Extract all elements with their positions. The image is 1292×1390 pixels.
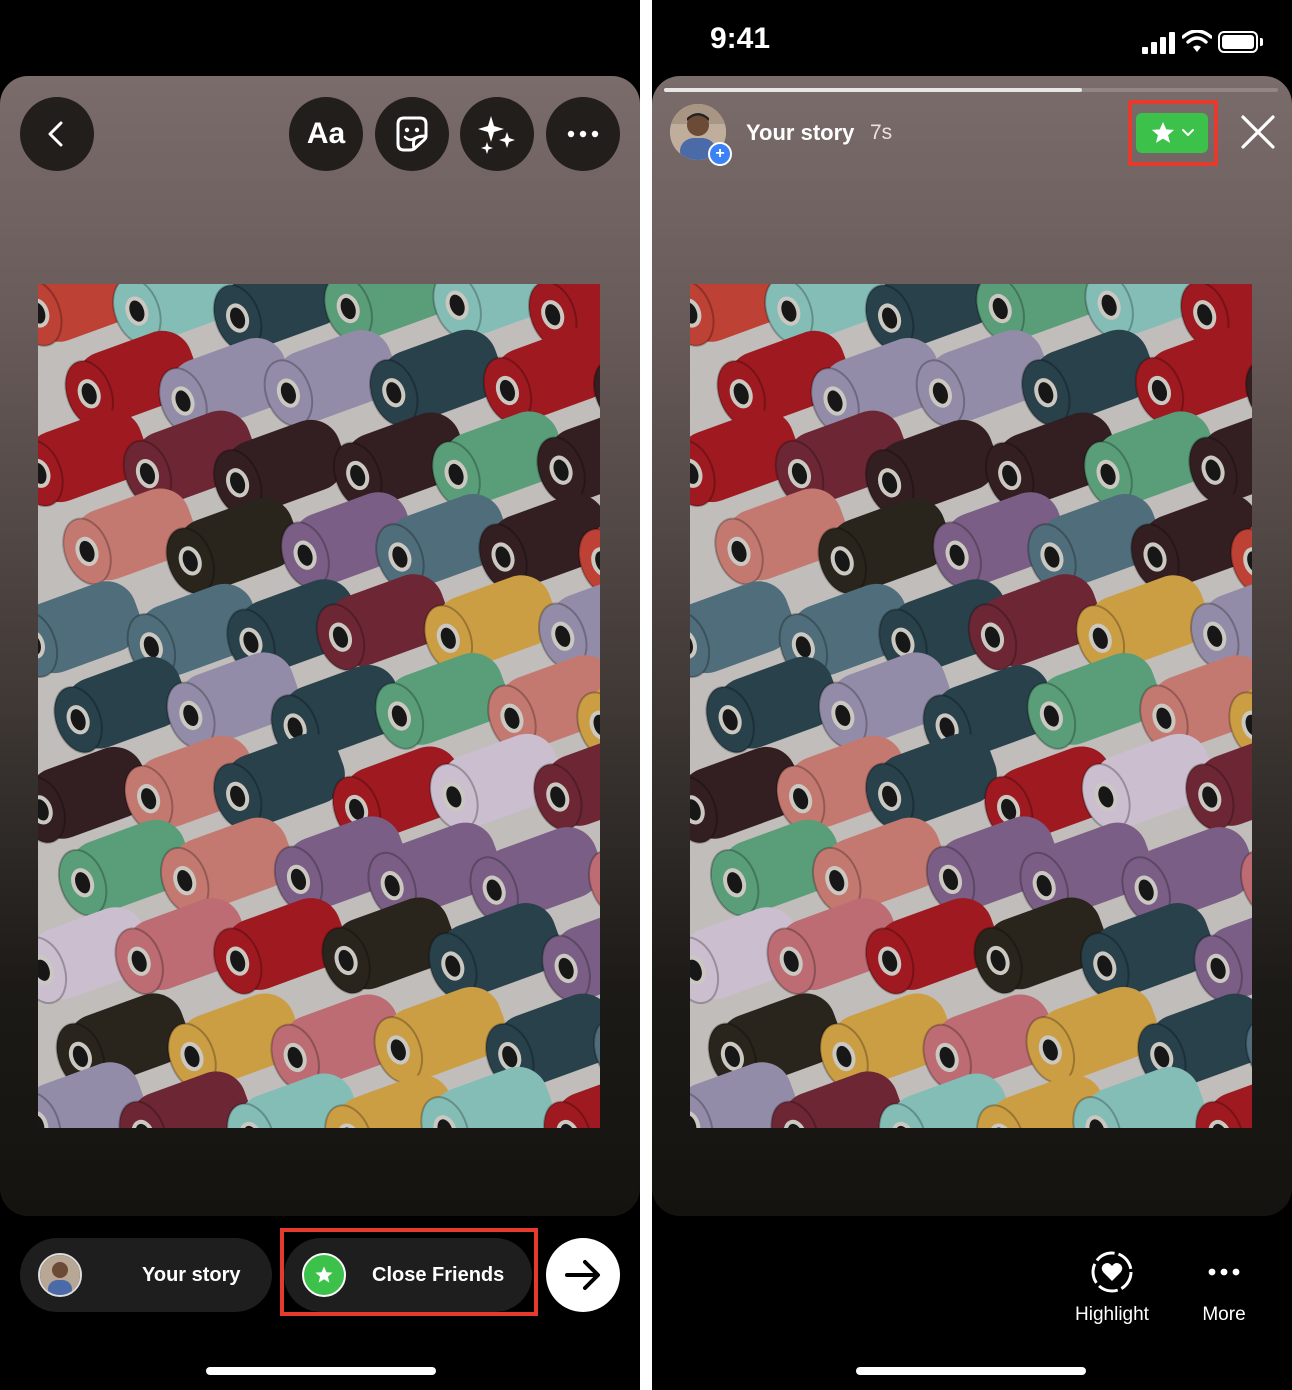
add-to-story-badge[interactable]: + (708, 142, 732, 166)
story-owner-name[interactable]: Your story (746, 120, 854, 146)
story-photo (690, 284, 1252, 1128)
highlight-label: Highlight (1075, 1304, 1149, 1325)
close-icon[interactable] (1240, 114, 1276, 150)
story-viewer-canvas (652, 76, 1292, 1216)
back-button[interactable] (20, 97, 94, 171)
next-button[interactable] (546, 1238, 620, 1312)
story-progress-fill (664, 88, 1082, 92)
thread-spools-photo (38, 284, 600, 1128)
home-indicator (856, 1367, 1086, 1375)
thread-spools-photo (690, 284, 1252, 1128)
story-timestamp: 7s (870, 121, 893, 144)
wifi-icon (1182, 30, 1212, 52)
more-label: More (1202, 1304, 1246, 1325)
story-editor-screen: Aa Your story Close Friends (0, 0, 640, 1390)
effects-button[interactable] (460, 97, 534, 171)
more-button[interactable]: More (1178, 1250, 1270, 1326)
annotation-highlight-close-friends (280, 1228, 538, 1316)
sparkles-icon (478, 116, 515, 154)
battery-icon (1218, 31, 1258, 53)
sticker-icon (396, 116, 428, 152)
annotation-highlight-close-friends-badge (1128, 100, 1218, 166)
avatar (38, 1253, 82, 1297)
status-time: 9:41 (710, 22, 771, 55)
plus-icon: + (715, 145, 725, 162)
chevron-left-icon (48, 121, 63, 147)
more-options-button[interactable] (546, 97, 620, 171)
text-tool-button[interactable]: Aa (289, 97, 363, 171)
cellular-signal-icon (1142, 32, 1175, 54)
story-viewer-screen: 9:41 + Your story 7s Highlight More (652, 0, 1292, 1390)
story-photo (38, 284, 600, 1128)
your-story-label: Your story (142, 1263, 241, 1286)
battery-cap (1260, 38, 1263, 46)
ellipsis-icon (1208, 1268, 1240, 1276)
screenshot-divider (640, 0, 652, 1390)
profile-photo-icon (40, 1255, 80, 1295)
share-your-story-button[interactable]: Your story (20, 1238, 272, 1312)
story-canvas (0, 76, 640, 1216)
ellipsis-icon (567, 130, 599, 138)
story-progress-bar (664, 88, 1278, 92)
home-indicator (206, 1367, 436, 1375)
sticker-button[interactable] (375, 97, 449, 171)
highlight-button[interactable]: Highlight (1062, 1250, 1162, 1326)
text-tool-label: Aa (306, 117, 346, 150)
arrow-right-icon (565, 1260, 600, 1290)
highlight-heart-icon (1091, 1251, 1133, 1293)
